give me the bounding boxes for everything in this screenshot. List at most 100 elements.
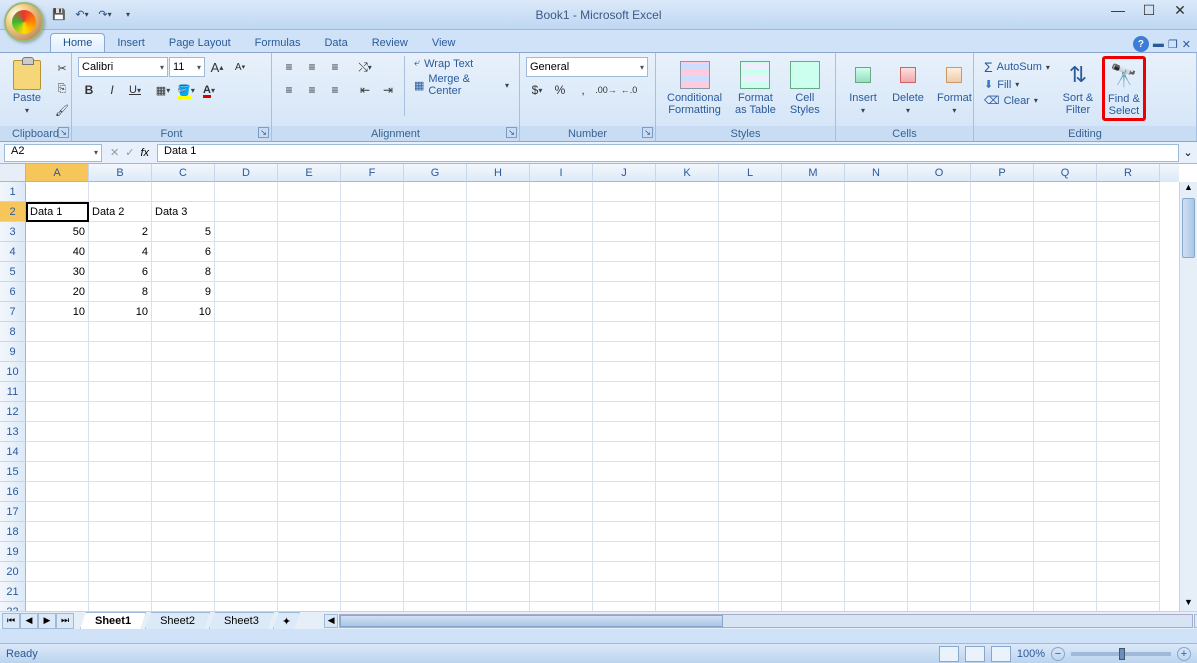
cell[interactable]: [467, 522, 530, 542]
cell[interactable]: [593, 542, 656, 562]
cell[interactable]: [278, 362, 341, 382]
cell[interactable]: [89, 482, 152, 502]
cell[interactable]: [656, 402, 719, 422]
cell[interactable]: [467, 502, 530, 522]
cell[interactable]: [341, 542, 404, 562]
row-header[interactable]: 16: [0, 482, 26, 502]
cell[interactable]: [1097, 542, 1160, 562]
cell[interactable]: [656, 322, 719, 342]
row-header[interactable]: 5: [0, 262, 26, 282]
cell[interactable]: [1097, 402, 1160, 422]
cell[interactable]: [845, 382, 908, 402]
row-header[interactable]: 6: [0, 282, 26, 302]
cell[interactable]: [656, 442, 719, 462]
cell[interactable]: [467, 362, 530, 382]
border-button[interactable]: ▦▾: [152, 80, 174, 100]
cell[interactable]: [719, 522, 782, 542]
cell[interactable]: [530, 542, 593, 562]
cell[interactable]: [530, 582, 593, 602]
cell[interactable]: [593, 402, 656, 422]
column-header[interactable]: D: [215, 164, 278, 182]
cell[interactable]: [278, 282, 341, 302]
cell[interactable]: [215, 282, 278, 302]
cell[interactable]: [89, 502, 152, 522]
cell[interactable]: [467, 382, 530, 402]
cell[interactable]: [593, 182, 656, 202]
cell[interactable]: [215, 362, 278, 382]
cell[interactable]: [656, 482, 719, 502]
cell[interactable]: [782, 482, 845, 502]
cell[interactable]: [530, 362, 593, 382]
enter-formula-icon[interactable]: ✓: [125, 146, 134, 159]
cell[interactable]: [845, 582, 908, 602]
cell[interactable]: [467, 222, 530, 242]
sheet-tab-2[interactable]: Sheet2: [145, 612, 210, 629]
cell[interactable]: [26, 462, 89, 482]
cell[interactable]: [971, 542, 1034, 562]
cell[interactable]: [404, 262, 467, 282]
cell[interactable]: [341, 322, 404, 342]
cell[interactable]: [467, 282, 530, 302]
font-color-button[interactable]: A▾: [198, 80, 220, 100]
cell[interactable]: [215, 482, 278, 502]
orientation-button[interactable]: ⤭▾: [354, 57, 376, 77]
wrap-text-button[interactable]: ⤶Wrap Text: [410, 56, 513, 71]
cell[interactable]: [152, 402, 215, 422]
align-top-button[interactable]: ≡: [278, 57, 300, 77]
comma-button[interactable]: ,: [572, 80, 594, 100]
cell[interactable]: [908, 182, 971, 202]
tab-view[interactable]: View: [420, 34, 468, 52]
cell[interactable]: [1097, 202, 1160, 222]
cell[interactable]: [152, 522, 215, 542]
cell[interactable]: [1097, 302, 1160, 322]
cell[interactable]: [467, 202, 530, 222]
cell[interactable]: [845, 402, 908, 422]
horizontal-scroll-thumb[interactable]: [340, 615, 723, 627]
cell[interactable]: [845, 282, 908, 302]
conditional-formatting-button[interactable]: Conditional Formatting: [662, 56, 727, 119]
paste-button[interactable]: Paste▾: [6, 56, 48, 120]
cell[interactable]: [782, 562, 845, 582]
cell[interactable]: [1034, 542, 1097, 562]
cell[interactable]: [719, 542, 782, 562]
cells-area[interactable]: Data 1Data 2Data 35025404630682089101010: [26, 182, 1179, 611]
cell[interactable]: [971, 302, 1034, 322]
cell[interactable]: [1034, 462, 1097, 482]
cell[interactable]: [215, 522, 278, 542]
cell[interactable]: [656, 262, 719, 282]
cell[interactable]: [593, 362, 656, 382]
row-header[interactable]: 12: [0, 402, 26, 422]
cell[interactable]: [530, 322, 593, 342]
cell[interactable]: [530, 562, 593, 582]
cell[interactable]: [467, 562, 530, 582]
cell[interactable]: [404, 422, 467, 442]
cell[interactable]: [215, 202, 278, 222]
cell[interactable]: [530, 302, 593, 322]
cut-button[interactable]: ✂: [51, 58, 73, 78]
cell[interactable]: [89, 422, 152, 442]
cell[interactable]: [656, 582, 719, 602]
cell[interactable]: [467, 482, 530, 502]
cell[interactable]: [845, 502, 908, 522]
cell[interactable]: [26, 362, 89, 382]
cell[interactable]: [1034, 502, 1097, 522]
cell[interactable]: [404, 362, 467, 382]
cell[interactable]: [971, 462, 1034, 482]
cell[interactable]: [719, 442, 782, 462]
cell[interactable]: 10: [89, 302, 152, 322]
cell[interactable]: [971, 582, 1034, 602]
cell[interactable]: [404, 582, 467, 602]
cell[interactable]: [971, 242, 1034, 262]
column-header[interactable]: R: [1097, 164, 1160, 182]
cell[interactable]: [782, 522, 845, 542]
increase-indent-button[interactable]: ⇥: [377, 80, 399, 100]
cell[interactable]: [404, 382, 467, 402]
minimize-ribbon-icon[interactable]: ▬: [1153, 38, 1164, 50]
cell[interactable]: [26, 502, 89, 522]
cell[interactable]: [1034, 182, 1097, 202]
cell[interactable]: [1034, 522, 1097, 542]
cell[interactable]: [278, 442, 341, 462]
cell[interactable]: [971, 402, 1034, 422]
font-name-combo[interactable]: ▾: [78, 57, 168, 77]
cell[interactable]: [971, 502, 1034, 522]
